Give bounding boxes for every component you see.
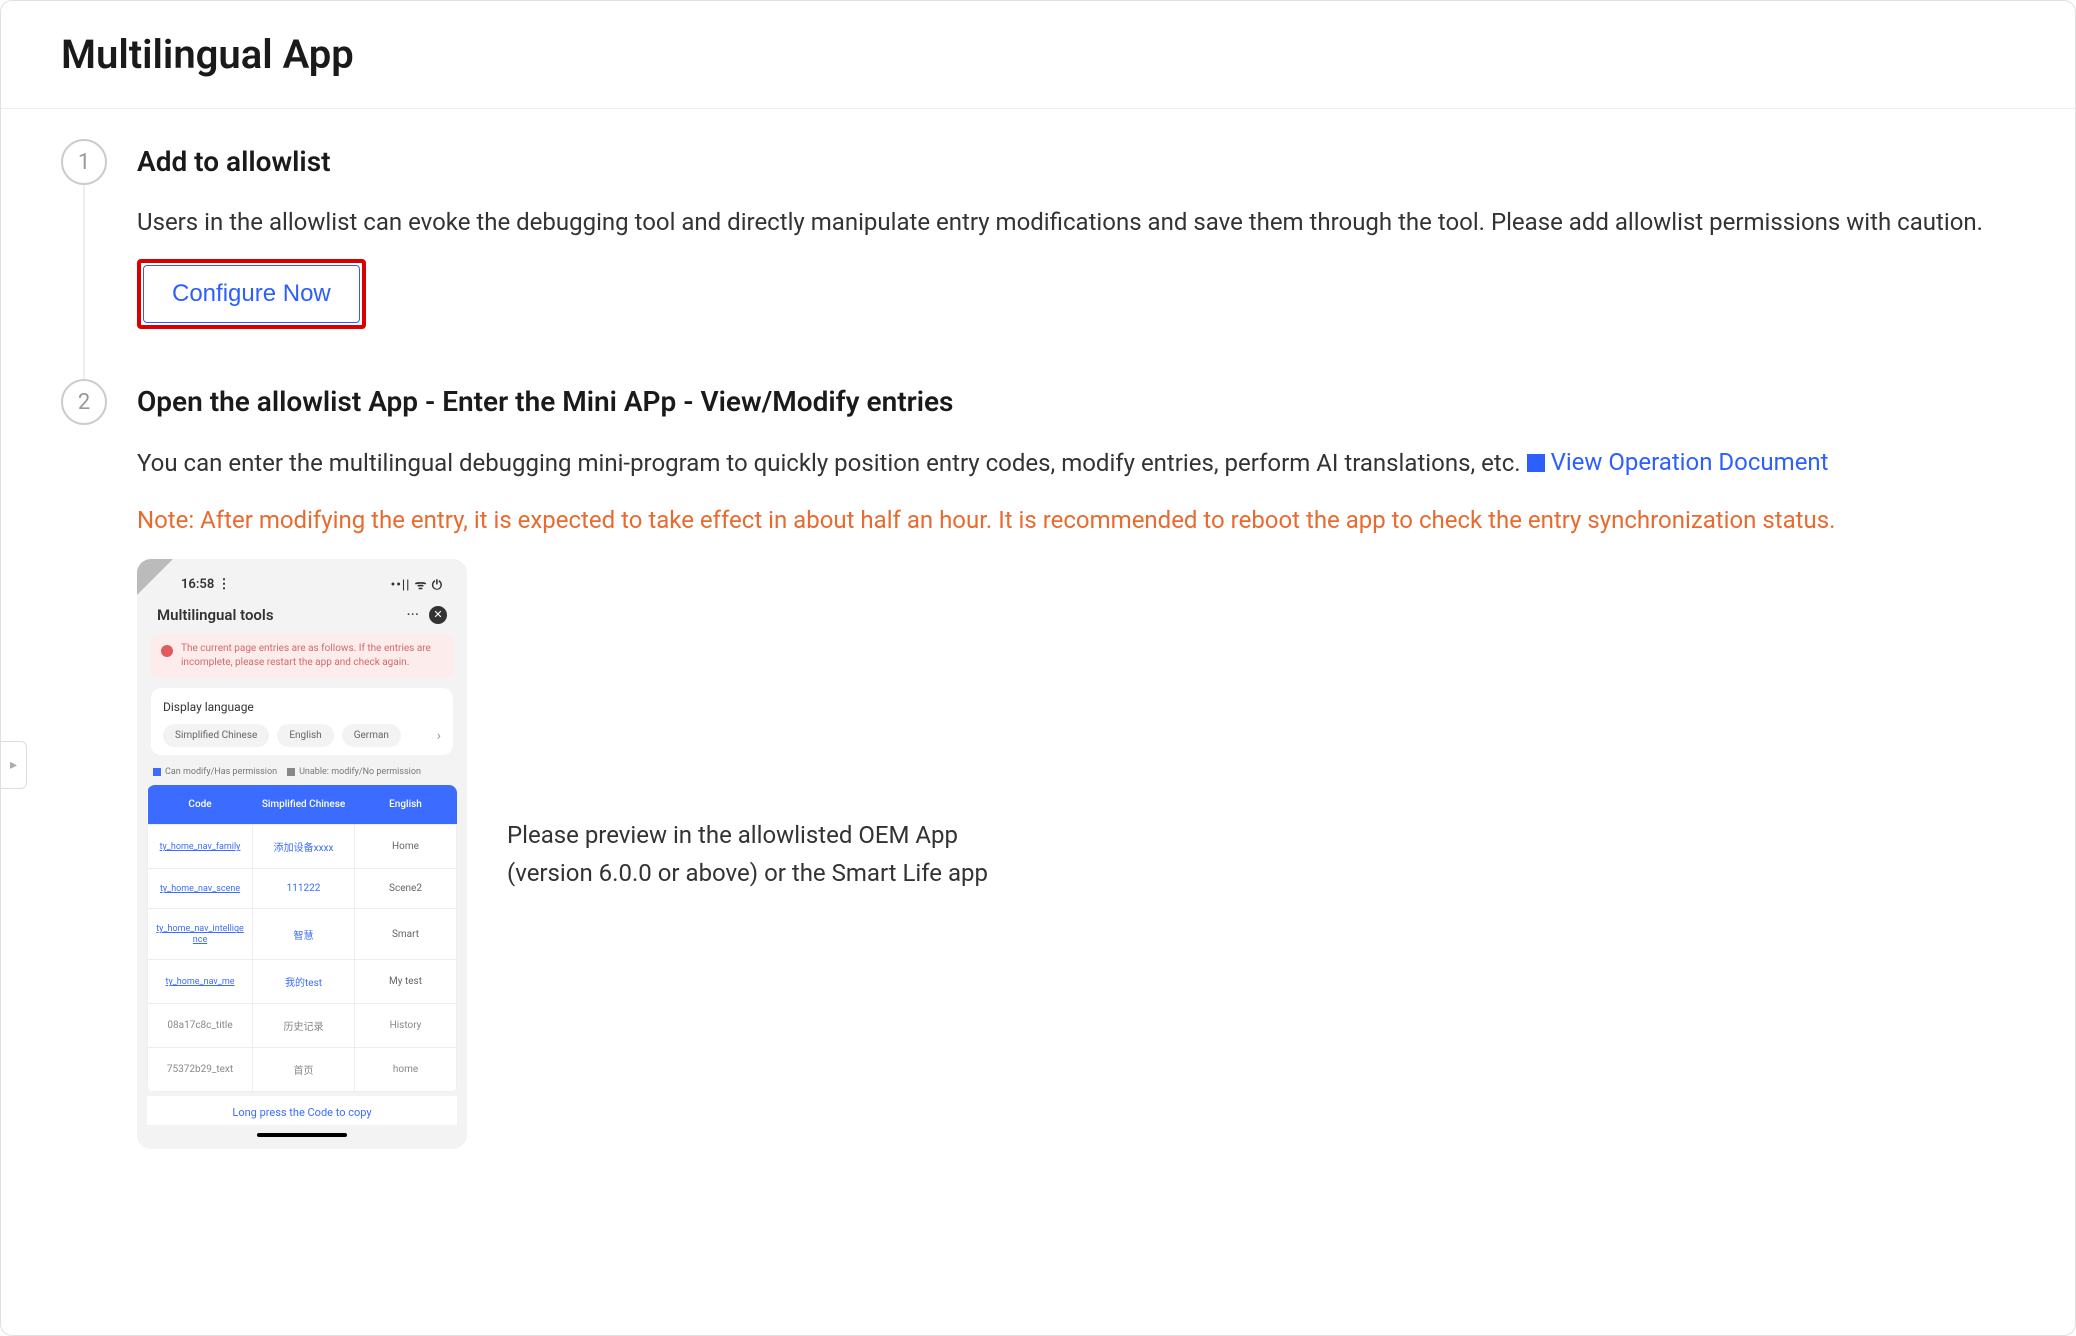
preview-row: 16:58 ⋮ ••|| ᯤ ⏻ Multilingual tools ··· … [137, 559, 2015, 1149]
entry-en: My test [355, 960, 457, 1004]
entries-table: Code Simplified Chinese English ty_home_… [147, 785, 457, 1092]
phone-time: 16:58 ⋮ [181, 577, 230, 592]
warning-dot-icon [161, 645, 173, 657]
legend-blue-square-icon [153, 768, 161, 776]
step-2-marker: 2 [61, 379, 107, 425]
entry-code-link[interactable]: ty_home_nav_scene [160, 884, 240, 894]
entry-en: History [355, 1004, 457, 1048]
step-1: 1 Add to allowlist Users in the allowlis… [61, 139, 2015, 379]
entry-cn: 111222 [253, 869, 355, 909]
preview-instruction-line2: (version 6.0.0 or above) or the Smart Li… [507, 854, 988, 892]
configure-now-button[interactable]: Configure Now [143, 265, 360, 323]
entry-cn: 添加设备xxxx [253, 825, 355, 869]
language-card: Display language Simplified Chinese Engl… [151, 688, 453, 755]
table-footer-hint: Long press the Code to copy [147, 1096, 457, 1125]
entry-cn: 首页 [253, 1048, 355, 1092]
chip-english[interactable]: English [277, 724, 333, 747]
chevron-right-icon[interactable]: › [437, 728, 441, 744]
page-title: Multilingual App [1, 1, 2075, 109]
th-code: Code [148, 785, 253, 825]
permission-legend: Can modify/Has permission Unable: modify… [147, 765, 457, 785]
step-connector-line [83, 185, 85, 379]
table-row: ty_home_nav_me 我的test My test [148, 960, 457, 1004]
warning-banner-text: The current page entries are as follows.… [181, 642, 443, 670]
entry-code-link[interactable]: ty_home_nav_intelligence [156, 924, 244, 945]
more-icon[interactable]: ··· [406, 605, 419, 624]
entry-code-text: 08a17c8c_title [148, 1004, 253, 1048]
table-row: ty_home_nav_family 添加设备xxxx Home [148, 825, 457, 869]
phone-signal-icons: ••|| ᯤ ⏻ [391, 575, 443, 593]
entry-en: home [355, 1048, 457, 1092]
chip-german[interactable]: German [342, 724, 401, 747]
th-cn: Simplified Chinese [253, 785, 355, 825]
language-chips: Simplified Chinese English German › [163, 724, 441, 747]
configure-now-highlight: Configure Now [137, 259, 366, 329]
phone-header: Multilingual tools ··· ✕ [147, 597, 457, 634]
entry-code-text: 75372b29_text [148, 1048, 253, 1092]
step-1-desc: Users in the allowlist can evoke the deb… [137, 203, 2015, 241]
step-2-desc-text: You can enter the multilingual debugging… [137, 450, 1521, 478]
view-operation-document-link[interactable]: View Operation Document [1527, 443, 1829, 481]
home-indicator [257, 1133, 347, 1137]
view-operation-document-label: View Operation Document [1551, 443, 1829, 481]
display-language-label: Display language [163, 700, 441, 714]
step-2-title: Open the allowlist App - Enter the Mini … [137, 379, 2015, 425]
chip-simplified-chinese[interactable]: Simplified Chinese [163, 724, 269, 747]
phone-preview: 16:58 ⋮ ••|| ᯤ ⏻ Multilingual tools ··· … [137, 559, 467, 1149]
table-row: 08a17c8c_title 历史记录 History [148, 1004, 457, 1048]
step-2-note: Note: After modifying the entry, it is e… [137, 501, 2015, 539]
warning-banner: The current page entries are as follows.… [151, 634, 453, 678]
th-en: English [355, 785, 457, 825]
phone-corner-ribbon [137, 559, 173, 595]
entry-cn: 历史记录 [253, 1004, 355, 1048]
step-2: 2 Open the allowlist App - Enter the Min… [61, 379, 2015, 1149]
entry-code-link[interactable]: ty_home_nav_family [160, 842, 241, 852]
entries-tbody: ty_home_nav_family 添加设备xxxx Home ty_home… [148, 825, 457, 1092]
table-row: ty_home_nav_scene 111222 Scene2 [148, 869, 457, 909]
table-row: ty_home_nav_intelligence 智慧 Smart [148, 909, 457, 960]
close-icon[interactable]: ✕ [429, 606, 447, 624]
preview-instruction: Please preview in the allowlisted OEM Ap… [507, 816, 988, 893]
entry-en: Home [355, 825, 457, 869]
entry-en: Smart [355, 909, 457, 960]
legend-grey-square-icon [287, 768, 295, 776]
step-2-desc: You can enter the multilingual debugging… [137, 443, 2015, 483]
step-1-title: Add to allowlist [137, 139, 2015, 185]
step-1-marker: 1 [61, 139, 107, 185]
legend-unable-modify: Unable: modify/No permission [287, 767, 421, 777]
entry-code-link[interactable]: ty_home_nav_me [166, 977, 235, 987]
preview-instruction-line1: Please preview in the allowlisted OEM Ap… [507, 816, 988, 854]
phone-status-bar: 16:58 ⋮ ••|| ᯤ ⏻ [147, 569, 457, 597]
phone-app-title: Multilingual tools [157, 606, 274, 624]
steps-container: 1 Add to allowlist Users in the allowlis… [1, 109, 2075, 1179]
table-row: 75372b29_text 首页 home [148, 1048, 457, 1092]
entry-cn: 我的test [253, 960, 355, 1004]
entry-en: Scene2 [355, 869, 457, 909]
document-icon [1527, 454, 1545, 472]
side-expand-handle[interactable]: ▸ [1, 741, 27, 789]
legend-can-modify: Can modify/Has permission [153, 767, 277, 777]
entry-cn: 智慧 [253, 909, 355, 960]
